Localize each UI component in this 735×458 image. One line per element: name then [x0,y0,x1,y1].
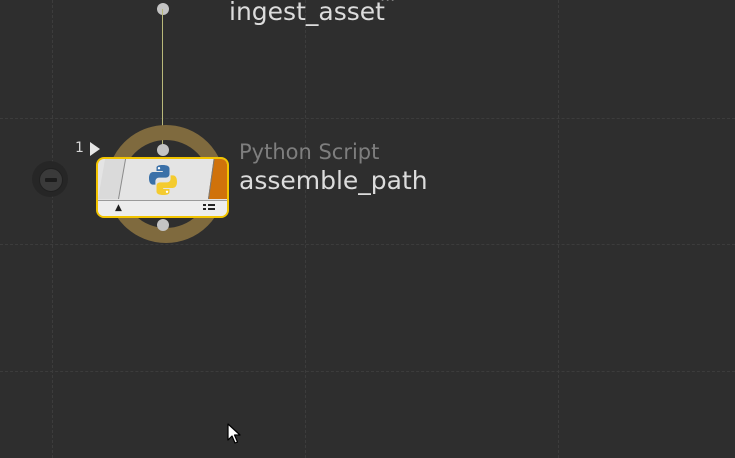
bypass-flag[interactable] [98,159,127,199]
network-canvas[interactable]: ... ingest_asset 1 ▲ [0,0,735,458]
python-icon [149,165,177,195]
output-arrow-icon[interactable] [90,142,100,156]
grid-line-vertical [558,0,559,458]
triangle-icon: ▲ [115,203,122,213]
upstream-output-connector[interactable] [157,3,169,15]
grid-line-horizontal [0,244,735,245]
node-type-label: Python Script [239,140,380,164]
grid-line-vertical [52,0,53,458]
grid-line-horizontal [0,118,735,119]
display-flag[interactable] [208,159,227,199]
minus-icon [45,178,57,182]
node-output-connector[interactable] [157,219,169,231]
grid-line-horizontal [0,371,735,372]
mouse-cursor-icon [227,423,241,444]
output-index-label: 1 [75,140,84,156]
node-footer: ▲ [98,200,227,216]
grid-line-vertical [305,0,306,458]
minus-circle-icon [39,168,63,192]
node-input-connector[interactable] [157,144,169,156]
list-icon [203,204,215,210]
bypass-button[interactable] [32,161,68,197]
upstream-node-name[interactable]: ingest_asset [229,0,385,26]
node-body[interactable]: ▲ [96,157,229,218]
node-name-label[interactable]: assemble_path [239,166,428,195]
